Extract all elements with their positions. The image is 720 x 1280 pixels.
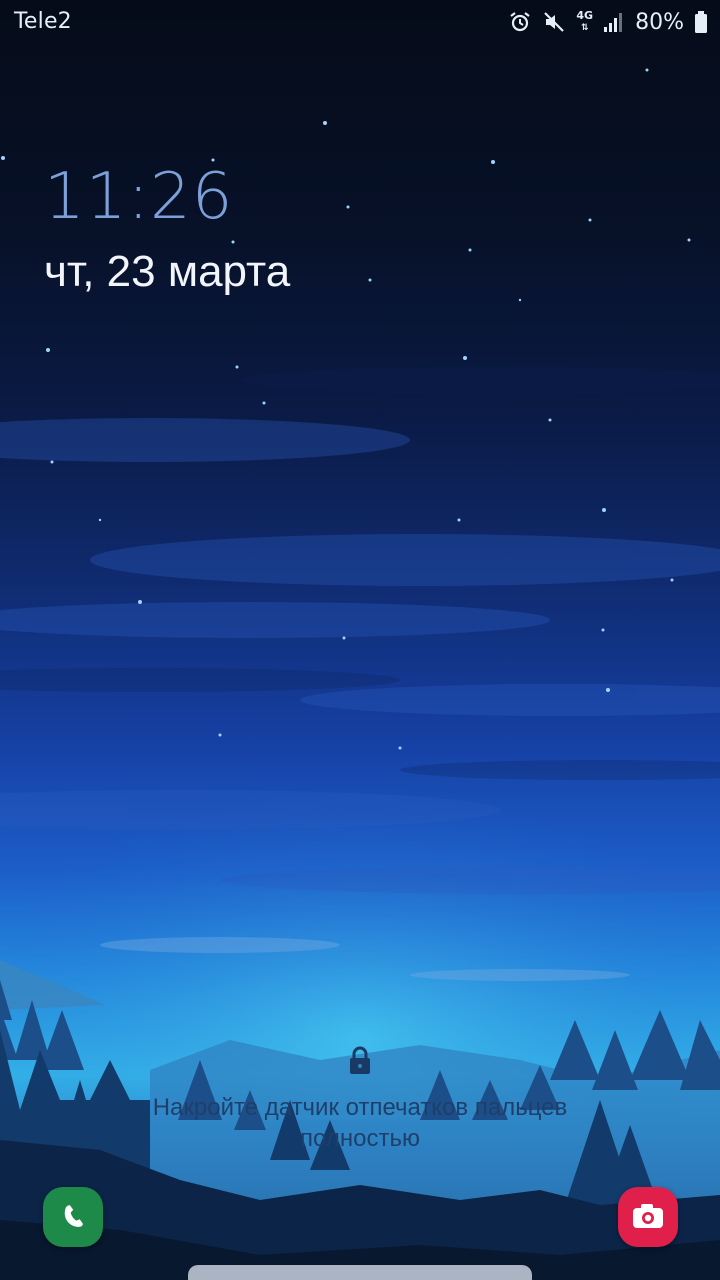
carrier-name: Tele2 <box>14 9 72 34</box>
phone-icon <box>64 1205 83 1227</box>
signal-icon <box>603 11 623 33</box>
lock-screen: Tele2 4G ⇅ 80% 11:26 чт, 23 марта Накрой… <box>0 0 720 1280</box>
home-bar[interactable] <box>188 1265 532 1280</box>
camera-icon <box>633 1204 663 1228</box>
network-type-label: 4G <box>576 9 594 22</box>
fingerprint-hint-line2: полностью <box>300 1125 420 1152</box>
lock-icon <box>350 1046 370 1074</box>
lock-screen-date: чт, 23 марта <box>44 247 291 296</box>
battery-icon <box>694 10 708 34</box>
status-icons: 4G ⇅ 80% <box>508 6 708 38</box>
lock-screen-clock: 11:26 <box>44 160 234 234</box>
status-bar: Tele2 4G ⇅ 80% <box>0 0 720 44</box>
fingerprint-hint-line1: Накройте датчик отпечатков пальцев <box>152 1094 568 1121</box>
camera-shortcut-button[interactable] <box>618 1187 678 1247</box>
phone-shortcut-button[interactable] <box>43 1187 103 1247</box>
alarm-icon <box>508 10 532 34</box>
network-4g-icon: 4G ⇅ <box>576 9 594 33</box>
mute-icon <box>542 10 566 34</box>
battery-percentage: 80% <box>635 9 684 35</box>
fingerprint-hint: Накройте датчик отпечатков пальцев полно… <box>60 1092 660 1154</box>
